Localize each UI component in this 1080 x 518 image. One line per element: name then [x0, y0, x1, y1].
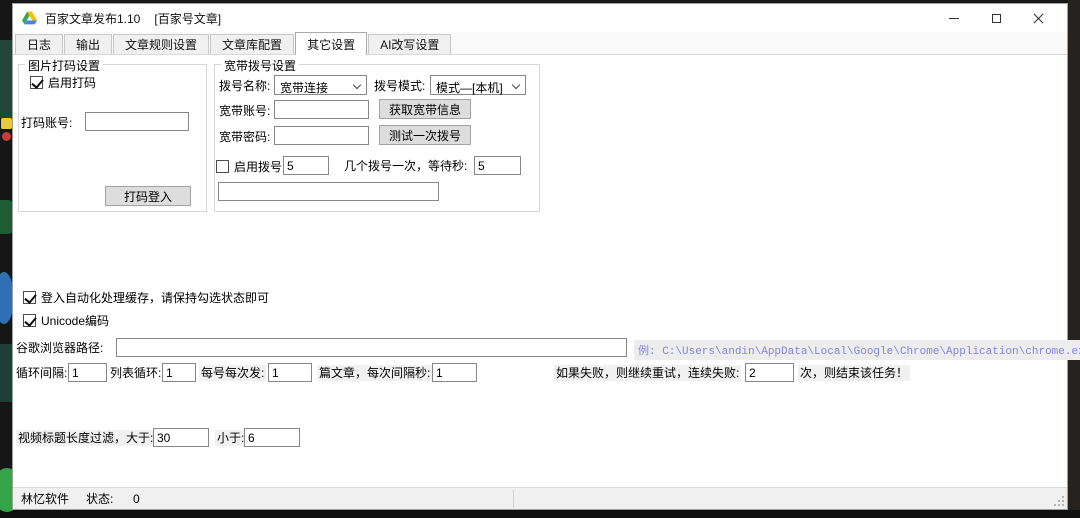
tab-article-library[interactable]: 文章库配置	[210, 34, 294, 54]
login-cache-checkbox[interactable]: 登入自动化处理缓存，请保持勾选状态即可	[23, 289, 269, 306]
tab-ai-rewrite[interactable]: AI改写设置	[368, 34, 451, 54]
window-title: 百家文章发布1.10	[45, 10, 140, 27]
loop-interval-label: 循环间隔:	[16, 366, 67, 380]
tab-log[interactable]: 日志	[15, 34, 63, 54]
app-icon	[22, 11, 37, 25]
dial-count-input[interactable]	[283, 156, 329, 175]
captcha-account-input[interactable]	[85, 112, 189, 131]
article-gap-label: 篇文章，每次间隔秒:	[317, 365, 432, 381]
dial-wait-input[interactable]	[474, 156, 521, 175]
dial-wait-label: 几个拨号一次，等待秒:	[344, 159, 467, 173]
titlebar: 百家文章发布1.10 [百家号文章]	[13, 4, 1067, 32]
article-gap-input[interactable]	[432, 363, 477, 382]
unicode-checkbox[interactable]: Unicode编码	[23, 312, 109, 329]
desktop-edge-right	[1068, 0, 1080, 518]
dial-status-input[interactable]	[218, 182, 439, 201]
enable-dial-checkbox[interactable]: 启用拨号	[216, 158, 282, 175]
status-value: 0	[133, 492, 140, 506]
unicode-label: Unicode编码	[41, 312, 109, 329]
fail-suffix-label: 次，则结束该任务！	[798, 365, 910, 381]
list-loop-input[interactable]	[162, 363, 196, 382]
broadband-account-input[interactable]	[274, 100, 369, 119]
tab-other-settings[interactable]: 其它设置	[295, 32, 367, 55]
chevron-down-icon	[353, 81, 361, 89]
dial-name-select[interactable]: 宽带连接	[274, 75, 367, 95]
chrome-path-input[interactable]	[116, 338, 627, 357]
checkbox-checked-icon	[30, 76, 43, 89]
close-icon	[1033, 13, 1044, 24]
captcha-group-title: 图片打码设置	[25, 57, 103, 74]
status-bar: 林忆软件 状态: 0	[13, 487, 1067, 509]
close-button[interactable]	[1017, 4, 1059, 32]
captcha-account-label: 打码账号:	[21, 116, 72, 130]
dial-mode-value: 模式—[本机]	[436, 81, 503, 95]
checkbox-unchecked-icon	[216, 160, 229, 173]
minimize-button[interactable]	[933, 4, 975, 32]
video-min-input[interactable]	[244, 428, 300, 447]
enable-captcha-checkbox[interactable]: 启用打码	[30, 74, 96, 91]
desktop-edge-bottom	[0, 510, 1080, 518]
list-loop-label: 列表循环:	[110, 366, 161, 380]
test-dial-button[interactable]: 测试一次拨号	[379, 125, 471, 145]
login-cache-label: 登入自动化处理缓存，请保持勾选状态即可	[41, 289, 269, 306]
fail-count-input[interactable]	[745, 363, 794, 382]
desktop-icon-fragment	[1, 118, 12, 129]
brand-label: 林忆软件	[21, 492, 69, 506]
chevron-down-icon	[512, 81, 520, 89]
maximize-icon	[992, 14, 1001, 23]
enable-captcha-label: 启用打码	[48, 74, 96, 91]
chrome-path-example: 例: C:\Users\andin\AppData\Local\Google\C…	[634, 340, 1080, 360]
desktop-icon-fragment	[2, 132, 11, 141]
chrome-path-label: 谷歌浏览器路径:	[16, 341, 103, 355]
dial-name-label: 拨号名称:	[219, 79, 270, 93]
tab-article-rules[interactable]: 文章规则设置	[113, 34, 209, 54]
dial-mode-select[interactable]: 模式—[本机]	[430, 75, 526, 95]
checkbox-checked-icon	[23, 291, 36, 304]
video-filter-label: 视频标题长度过滤，大于:	[16, 430, 155, 446]
broadband-password-input[interactable]	[274, 126, 369, 145]
captcha-login-button[interactable]: 打码登入	[105, 186, 191, 206]
app-window: 百家文章发布1.10 [百家号文章] 日志 输出 文章规则设置 文章库配置 其它…	[12, 3, 1068, 510]
broadband-password-label: 宽带密码:	[219, 130, 270, 144]
tab-bar: 日志 输出 文章规则设置 文章库配置 其它设置 AI改写设置	[13, 32, 1067, 55]
minimize-icon	[949, 18, 959, 19]
resize-grip[interactable]	[1053, 495, 1065, 507]
statusbar-divider	[513, 490, 514, 508]
dial-name-value: 宽带连接	[280, 81, 328, 95]
loop-interval-input[interactable]	[68, 363, 107, 382]
per-account-input[interactable]	[268, 363, 312, 382]
enable-dial-label: 启用拨号	[234, 158, 282, 175]
dial-group-title: 宽带拨号设置	[221, 57, 299, 74]
broadband-account-label: 宽带账号:	[219, 104, 270, 118]
video-min-label: 小于:	[215, 430, 246, 446]
tab-output[interactable]: 输出	[64, 34, 112, 54]
status-label: 状态:	[86, 492, 113, 506]
window-subtitle: [百家号文章]	[154, 10, 221, 27]
per-account-label: 每号每次发:	[199, 365, 266, 381]
fail-retry-label: 如果失败，则继续重试，连续失败:	[554, 365, 741, 381]
dial-mode-label: 拨号模式:	[374, 79, 425, 93]
get-broadband-info-button[interactable]: 获取宽带信息	[379, 99, 471, 119]
checkbox-checked-icon	[23, 314, 36, 327]
video-max-input[interactable]	[153, 428, 209, 447]
maximize-button[interactable]	[975, 4, 1017, 32]
